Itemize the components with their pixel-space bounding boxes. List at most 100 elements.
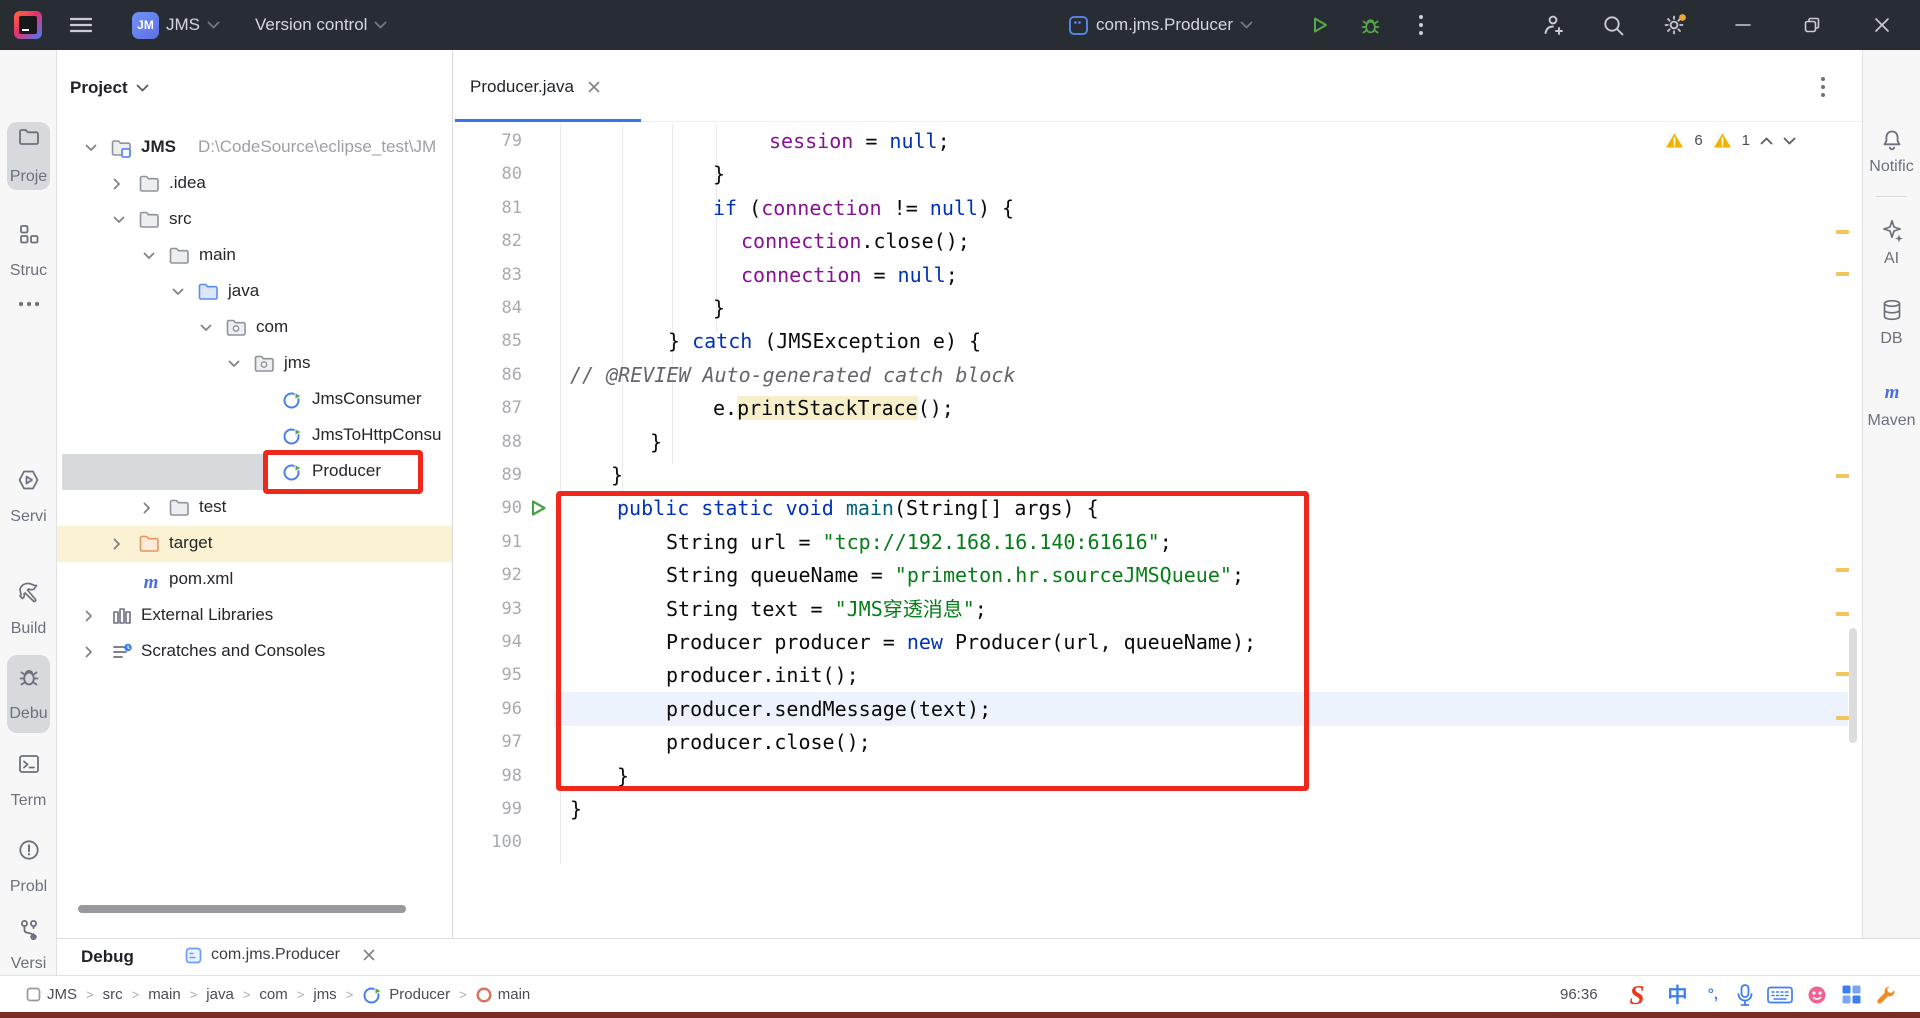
tree-item-jms[interactable]: jms: [57, 346, 453, 382]
run-line-icon[interactable]: [530, 499, 547, 517]
line-number-85[interactable]: 85: [454, 324, 522, 358]
tree-item-target[interactable]: target: [57, 526, 453, 562]
tab-options-button[interactable]: [1820, 76, 1826, 103]
warning-stripe-mark[interactable]: [1836, 716, 1849, 720]
tree-item-pom-xml[interactable]: mpom.xml: [57, 562, 453, 598]
tree-horizontal-scrollbar[interactable]: [78, 905, 406, 913]
tree-item-jmsconsumer[interactable]: JmsConsumer: [57, 382, 453, 418]
code-line-85[interactable]: } catch (JMSException e) {: [668, 324, 981, 358]
tool-window-button-more[interactable]: [4, 300, 53, 308]
breadcrumb-item-src[interactable]: src: [103, 986, 123, 1003]
line-number-79[interactable]: 79: [454, 124, 522, 158]
chevron-down-icon[interactable]: [228, 360, 240, 368]
close-icon[interactable]: [588, 81, 600, 93]
microphone-icon[interactable]: [1736, 983, 1754, 1007]
warning-stripe-mark[interactable]: [1836, 474, 1849, 478]
breadcrumb-item-producer[interactable]: Producer: [362, 985, 450, 1005]
keyboard-icon[interactable]: [1767, 986, 1793, 1004]
main-menu-button[interactable]: [70, 0, 92, 50]
code-line-89[interactable]: }: [611, 458, 623, 492]
tool-window-button-servi[interactable]: [4, 468, 53, 492]
line-number-100[interactable]: 100: [454, 825, 522, 859]
code-line-80[interactable]: }: [713, 157, 725, 191]
editor-scrollbar-thumb[interactable]: [1849, 628, 1857, 743]
skin-palette-icon[interactable]: [1806, 984, 1828, 1006]
tool-window-button-probl[interactable]: [4, 838, 53, 862]
code-line-86[interactable]: // @REVIEW Auto-generated catch block: [570, 358, 1016, 392]
sogou-logo-icon[interactable]: S: [1622, 980, 1652, 1010]
restore-button[interactable]: [1789, 0, 1835, 50]
tool-window-button-term[interactable]: [4, 752, 53, 776]
tree-item-main[interactable]: main: [57, 238, 453, 274]
chevron-down-icon[interactable]: [113, 216, 125, 224]
tool-window-button-debu[interactable]: [4, 665, 53, 689]
chevron-right-icon[interactable]: [85, 610, 93, 622]
line-number-90[interactable]: 90: [454, 491, 522, 525]
code-with-me-button[interactable]: [1540, 0, 1564, 50]
line-number-86[interactable]: 86: [454, 358, 522, 392]
tree-item-jmstohttpconsu[interactable]: JmsToHttpConsu: [57, 418, 453, 454]
caret-position[interactable]: 96:36: [1560, 976, 1598, 1013]
chevron-right-icon[interactable]: [113, 538, 121, 550]
vcs-widget[interactable]: Version control: [255, 0, 387, 50]
breadcrumb-item-java[interactable]: java: [206, 986, 234, 1003]
warning-stripe-mark[interactable]: [1836, 612, 1849, 616]
tool-window-button-build[interactable]: [4, 580, 53, 604]
line-number-91[interactable]: 91: [454, 525, 522, 559]
debug-button[interactable]: [1360, 0, 1381, 50]
chevron-down-icon[interactable]: [85, 144, 97, 152]
chevron-right-icon[interactable]: [143, 502, 151, 514]
more-actions-button[interactable]: [1418, 0, 1424, 50]
line-number-84[interactable]: 84: [454, 291, 522, 325]
code-line-84[interactable]: }: [713, 291, 725, 325]
code-line-81[interactable]: if (connection != null) {: [713, 191, 1014, 225]
tool-window-button-db[interactable]: [1867, 298, 1916, 322]
chevron-right-icon[interactable]: [113, 178, 121, 190]
tree-item-com[interactable]: com: [57, 310, 453, 346]
tool-window-button-versi-contro[interactable]: [4, 918, 53, 942]
intellij-logo-icon[interactable]: [14, 11, 42, 39]
warning-stripe-mark[interactable]: [1836, 230, 1849, 234]
code-line-99[interactable]: }: [570, 792, 582, 826]
line-number-89[interactable]: 89: [454, 458, 522, 492]
line-number-94[interactable]: 94: [454, 625, 522, 659]
line-number-95[interactable]: 95: [454, 658, 522, 692]
breadcrumb-item-jms[interactable]: jms: [313, 986, 336, 1003]
warning-stripe-mark[interactable]: [1836, 272, 1849, 276]
code-line-87[interactable]: e.printStackTrace();: [713, 391, 954, 425]
tool-window-button-ai[interactable]: [1867, 218, 1916, 242]
run-configuration-widget[interactable]: com.jms.Producer: [1068, 0, 1253, 50]
line-number-93[interactable]: 93: [454, 592, 522, 626]
settings-button[interactable]: [1662, 0, 1688, 50]
tab-producer-java[interactable]: Producer.java: [470, 68, 600, 106]
close-icon[interactable]: [363, 949, 375, 961]
line-number-82[interactable]: 82: [454, 224, 522, 258]
code-line-83[interactable]: connection = null;: [741, 258, 958, 292]
line-number-88[interactable]: 88: [454, 425, 522, 459]
tree-item-jms[interactable]: JMSD:\CodeSource\eclipse_test\JM: [57, 130, 453, 166]
search-everywhere-button[interactable]: [1602, 0, 1625, 50]
chinese-mode-icon[interactable]: 中: [1665, 982, 1690, 1007]
tree-item-external-libraries[interactable]: External Libraries: [57, 598, 453, 634]
minimize-button[interactable]: [1720, 0, 1766, 50]
tree-item-java[interactable]: java: [57, 274, 453, 310]
breadcrumb-item-main[interactable]: main: [148, 986, 181, 1003]
code-line-79[interactable]: session = null;: [769, 124, 950, 158]
console-tab-producer[interactable]: com.jms.Producer: [185, 946, 375, 964]
chevron-down-icon[interactable]: [200, 324, 212, 332]
line-number-92[interactable]: 92: [454, 558, 522, 592]
code-line-82[interactable]: connection.close();: [741, 224, 970, 258]
tool-window-button-maven[interactable]: m: [1867, 380, 1916, 404]
tool-window-button-proje[interactable]: [4, 125, 53, 149]
line-number-81[interactable]: 81: [454, 191, 522, 225]
breadcrumb-item-com[interactable]: com: [259, 986, 287, 1003]
debug-tab[interactable]: Debug: [81, 947, 134, 967]
chevron-down-icon[interactable]: [143, 252, 155, 260]
tree-item-scratches-and-consoles[interactable]: Scratches and Consoles: [57, 634, 453, 670]
project-panel-header[interactable]: Project: [70, 78, 149, 98]
chevron-down-icon[interactable]: [172, 288, 184, 296]
line-number-87[interactable]: 87: [454, 391, 522, 425]
line-number-98[interactable]: 98: [454, 759, 522, 793]
breadcrumb-item-jms[interactable]: JMS: [26, 986, 77, 1003]
line-number-83[interactable]: 83: [454, 258, 522, 292]
